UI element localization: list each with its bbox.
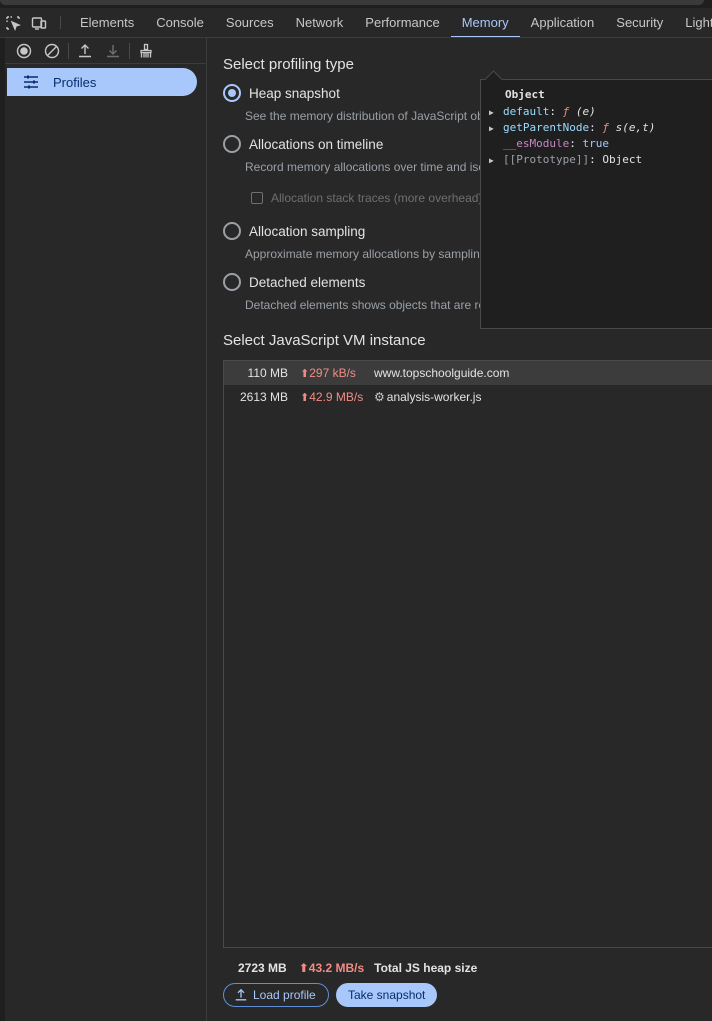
sidebar-item-profiles[interactable]: Profiles [7, 68, 197, 96]
devtools-tab-bar: Elements Console Sources Network Perform… [0, 8, 712, 38]
tab-bar-separator [60, 16, 61, 29]
vm-name: ⚙ analysis-worker.js [374, 390, 482, 404]
load-profile-label: Load profile [253, 988, 316, 1002]
object-preview-popover: Object ▶ default: ƒ (e) ▶ getParentNode: ƒ… [480, 70, 712, 329]
save-button[interactable] [99, 43, 127, 59]
stack-traces-checkbox[interactable] [251, 192, 263, 204]
window-top-shadow [0, 0, 704, 5]
profiles-sidebar: Profiles [0, 38, 207, 1021]
radio-button[interactable] [223, 273, 241, 291]
expand-triangle-icon[interactable]: ▶ [489, 121, 503, 137]
vm-size: 2613 MB [239, 390, 288, 404]
radio-allocations-timeline[interactable]: Allocations on timeline [223, 135, 383, 153]
take-snapshot-button[interactable]: Take snapshot [336, 983, 438, 1007]
vm-instance-list: 110 MB ⬆297 kB/s www.topschoolguide.com … [223, 360, 712, 948]
toolbar-separator [68, 42, 69, 59]
total-heap-label: Total JS heap size [374, 961, 478, 975]
tab-security[interactable]: Security [605, 8, 674, 37]
expand-triangle-icon[interactable]: ▶ [489, 153, 503, 169]
popover-title: Object [505, 88, 545, 101]
property-prototype[interactable]: ▶ [[Prototype]]: Object [489, 152, 712, 168]
radio-allocation-sampling[interactable]: Allocation sampling [223, 222, 365, 240]
tab-performance[interactable]: Performance [354, 8, 450, 37]
total-heap-stats: 2723 MB ⬆43.2 MB/s Total JS heap size [238, 961, 477, 975]
profiles-toolbar [0, 38, 206, 64]
tab-sources[interactable]: Sources [215, 8, 285, 37]
gear-icon: ⚙ [374, 390, 385, 404]
broom-icon [140, 43, 152, 57]
device-toolbar-icon[interactable] [26, 8, 52, 37]
tab-console[interactable]: Console [145, 8, 215, 37]
stack-traces-label: Allocation stack traces (more overhead) [271, 191, 483, 205]
sidebar-edge [0, 38, 5, 1021]
arrow-up-icon: ⬆ [300, 392, 310, 404]
property-es-module: __esModule: true [503, 137, 609, 150]
arrow-up-icon: ⬆ [300, 368, 310, 380]
window-top-strip [0, 0, 712, 8]
collect-garbage-button[interactable] [132, 43, 160, 59]
vm-row-worker[interactable]: 2613 MB ⬆42.9 MB/s ⚙ analysis-worker.js [224, 385, 712, 409]
download-icon [107, 44, 119, 57]
vm-name: www.topschoolguide.com [374, 366, 510, 380]
stack-traces-checkbox-row[interactable]: Allocation stack traces (more overhead) [251, 191, 482, 205]
tab-network[interactable]: Network [285, 8, 355, 37]
vm-instance-title: Select JavaScript VM instance [223, 332, 426, 349]
clear-icon [44, 43, 60, 58]
profiling-type-title: Select profiling type [223, 56, 354, 73]
sidebar-item-label: Profiles [53, 74, 97, 90]
radio-label: Allocation sampling [249, 223, 366, 239]
radio-button[interactable] [223, 84, 241, 102]
upload-icon [235, 988, 247, 1001]
tab-lighthouse[interactable]: Lighthouse [674, 8, 712, 37]
load-button[interactable] [71, 43, 99, 59]
radio-label: Detached elements [249, 274, 366, 290]
property-get-parent-node[interactable]: ▶ getParentNode: ƒ s(e,t) [489, 120, 712, 136]
radio-button[interactable] [223, 222, 241, 240]
total-heap-size: 2723 MB [238, 961, 287, 975]
arrow-up-icon: ⬆ [298, 961, 309, 975]
inspect-element-icon[interactable] [0, 8, 26, 37]
property-default[interactable]: ▶ default: ƒ (e) [489, 104, 712, 120]
expand-triangle-icon[interactable]: ▶ [489, 105, 503, 121]
upload-icon [79, 43, 91, 57]
radio-label: Heap snapshot [249, 85, 340, 101]
total-heap-rate: ⬆43.2 MB/s [298, 961, 365, 975]
radio-heap-snapshot[interactable]: Heap snapshot [223, 84, 340, 102]
tab-application[interactable]: Application [520, 8, 606, 37]
tab-elements[interactable]: Elements [69, 8, 145, 37]
vm-rate: ⬆297 kB/s [300, 366, 356, 380]
record-button[interactable] [10, 43, 38, 59]
vm-row-main[interactable]: 110 MB ⬆297 kB/s www.topschoolguide.com [224, 361, 712, 385]
tab-memory[interactable]: Memory [450, 8, 520, 37]
toolbar-separator [129, 42, 130, 59]
radio-detached-elements[interactable]: Detached elements [223, 273, 365, 291]
load-profile-button[interactable]: Load profile [223, 983, 329, 1007]
radio-button[interactable] [223, 135, 241, 153]
vm-rate: ⬆42.9 MB/s [300, 390, 364, 404]
record-icon [16, 43, 32, 58]
radio-label: Allocations on timeline [249, 136, 384, 152]
vm-size: 110 MB [247, 366, 288, 380]
sliders-icon [24, 75, 38, 89]
clear-button[interactable] [38, 43, 66, 59]
